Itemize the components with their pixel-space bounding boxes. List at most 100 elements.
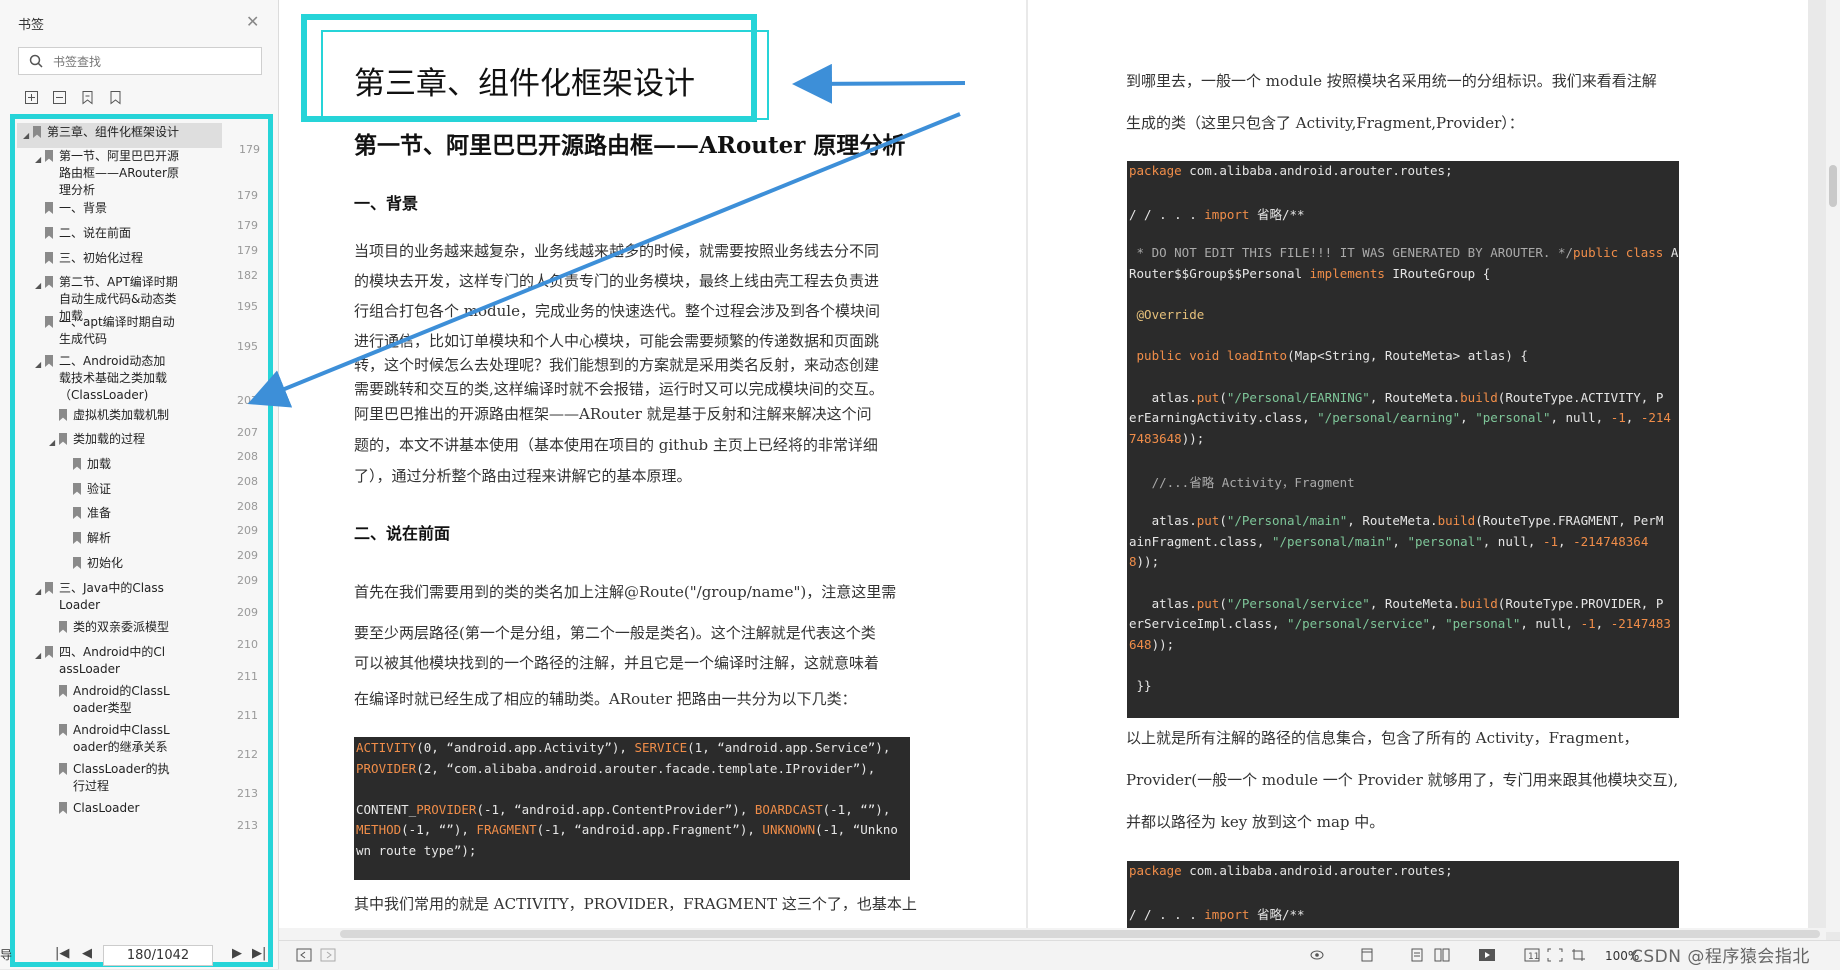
toc-item[interactable]: 初始化 209 bbox=[15, 554, 265, 587]
bookmark-icon bbox=[59, 724, 67, 736]
paragraph-common-types: 其中我们常用的就是 ACTIVITY，PROVIDER，FRAGMENT 这三个… bbox=[354, 895, 917, 913]
toc-item-label: 一、apt编译时期自动生成代码 bbox=[59, 315, 175, 346]
double-page-icon[interactable] bbox=[1434, 948, 1450, 962]
expand-panel-icon[interactable] bbox=[320, 948, 336, 962]
crop-icon[interactable] bbox=[1571, 948, 1587, 962]
toc-item[interactable]: 一、apt编译时期自动生成代码 195 bbox=[15, 313, 265, 353]
text-line: 并都以路径为 key 放到这个 map 中。 bbox=[1126, 813, 1385, 831]
toc-item[interactable]: ◢ 第二节、APT编译时期自动生成代码&动态类加载 195 bbox=[15, 273, 265, 323]
code-line: public void loadInto(Map<String, RouteMe… bbox=[1129, 348, 1528, 364]
toc-item-label: 解析 bbox=[87, 531, 112, 545]
expand-triangle-icon[interactable]: ◢ bbox=[35, 647, 41, 664]
bookmark-icon bbox=[59, 621, 67, 633]
fit-width-icon[interactable]: 11 bbox=[1524, 948, 1540, 962]
bookmark-search-box[interactable] bbox=[18, 47, 262, 75]
toc-item[interactable]: 加载 208 bbox=[15, 455, 265, 488]
bookmark-icon bbox=[45, 276, 53, 288]
section-title: 第一节、阿里巴巴开源路由框——ARouter 原理分析 bbox=[354, 132, 906, 159]
bookmark-search-input[interactable] bbox=[51, 51, 255, 73]
status-bar: 11 100% bbox=[279, 940, 1840, 970]
bookmark-icon[interactable] bbox=[108, 90, 123, 105]
toc-item[interactable]: 三、初始化过程 182 bbox=[15, 249, 265, 282]
text-line: 行组合打包各个 module，完成业务的快速迭代。整个过程会涉及到各个模块间 bbox=[354, 302, 880, 320]
toc-item-page: 213 bbox=[237, 819, 258, 832]
search-icon bbox=[29, 54, 43, 68]
code-block-routes-package: package com.alibaba.android.arouter.rout… bbox=[1127, 861, 1679, 932]
heading-background: 一、背景 bbox=[354, 194, 419, 213]
code-line: 648)); bbox=[1129, 636, 1175, 652]
prev-page-button[interactable]: ◀ bbox=[82, 946, 92, 961]
toc-item[interactable]: ClasLoader 213 bbox=[15, 799, 265, 832]
vertical-scrollbar[interactable] bbox=[1826, 0, 1840, 932]
expand-triangle-icon[interactable]: ◢ bbox=[49, 434, 55, 451]
code-line: package com.alibaba.android.arouter.rout… bbox=[1129, 163, 1453, 178]
add-bookmark-icon[interactable] bbox=[80, 90, 95, 105]
document-page-right: 到哪里去，一般一个 module 按照模块名采用统一的分组标识。我们来看看注解生… bbox=[1028, 0, 1808, 932]
first-page-button[interactable]: |◀ bbox=[55, 946, 69, 961]
bookmark-icon bbox=[73, 557, 81, 569]
toc-item[interactable]: 二、说在前面 179 bbox=[15, 224, 265, 257]
chapter-title: 第三章、组件化框架设计 bbox=[354, 66, 695, 102]
bookmark-icon bbox=[73, 532, 81, 544]
last-page-button[interactable]: ▶| bbox=[252, 946, 266, 961]
code-line: / / . . . import 省略/** bbox=[1129, 207, 1305, 223]
toc-item-label: 加载 bbox=[87, 457, 112, 471]
expand-triangle-icon[interactable]: ◢ bbox=[35, 151, 41, 168]
eye-mode-icon[interactable] bbox=[1309, 948, 1325, 962]
horizontal-scroll-thumb[interactable] bbox=[340, 930, 1820, 938]
toc-item[interactable]: 解析 209 bbox=[15, 529, 265, 562]
toc-item-label: ClassLoader的执行过程 bbox=[73, 762, 170, 793]
toc-item[interactable]: ClassLoader的执行过程 213 bbox=[15, 760, 265, 800]
code-line: 7483648)); bbox=[1129, 430, 1205, 446]
expand-all-icon[interactable] bbox=[24, 90, 39, 105]
toc-item[interactable]: ◢ 三、Java中的ClassLoader 209 bbox=[15, 579, 265, 619]
toc-item-label: 四、Android中的ClassLoader bbox=[59, 645, 166, 676]
page-view-icon[interactable] bbox=[1409, 948, 1425, 962]
watermark-text: CSDN @程序猿会指北 bbox=[1631, 947, 1810, 967]
bookmark-icon bbox=[45, 202, 53, 214]
bookmark-icon bbox=[45, 227, 53, 239]
code-line: }} bbox=[1129, 678, 1152, 693]
next-page-button[interactable]: ▶ bbox=[232, 946, 242, 961]
page-indicator[interactable]: 180/1042 bbox=[103, 945, 213, 966]
code-line: atlas.put("/Personal/service", RouteMeta… bbox=[1129, 595, 1664, 611]
code-line: METHOD(-1, “”), FRAGMENT(-1, “android.ap… bbox=[356, 822, 898, 837]
sidebar-footer: 导 |◀ ◀ 180/1042 ▶ ▶| bbox=[0, 940, 278, 969]
toc-item[interactable]: Android的ClassLoader类型 211 bbox=[15, 682, 265, 722]
toc-item[interactable]: 验证 208 bbox=[15, 480, 265, 513]
toc-item[interactable]: 类的双亲委派模型 210 bbox=[15, 618, 265, 651]
expand-triangle-icon[interactable]: ◢ bbox=[23, 127, 29, 144]
toc-item[interactable]: ◢ 第一节、阿里巴巴开源路由框——ARouter原理分析 179 bbox=[15, 147, 265, 202]
text-line: 生成的类（这里只包含了 Activity,Fragment,Provider）： bbox=[1126, 114, 1524, 132]
toc-item[interactable]: 虚拟机类加载机制 207 bbox=[15, 406, 265, 439]
collapse-sidebar-icon[interactable] bbox=[296, 948, 312, 962]
code-line: atlas.put("/Personal/EARNING", RouteMeta… bbox=[1129, 389, 1664, 405]
toc-item[interactable]: ◢ 第三章、组件化框架设计 179 bbox=[17, 123, 260, 156]
toc-item[interactable]: 一、背景 179 bbox=[15, 199, 265, 232]
text-line: 首先在我们需要用到的类的类名加上注解@Route("/group/name")，… bbox=[354, 583, 897, 601]
expand-triangle-icon[interactable]: ◢ bbox=[35, 583, 41, 600]
toc-item[interactable]: ◢ 二、Android动态加载技术基础之类加载（ClassLoader) 207 bbox=[15, 352, 265, 407]
text-line: Provider(一般一个 module 一个 Provider 就够用了，专门… bbox=[1126, 771, 1679, 789]
toc-item[interactable]: ◢ 四、Android中的ClassLoader 211 bbox=[15, 643, 265, 683]
toc-item[interactable]: Android中ClassLoader的继承关系 212 bbox=[15, 721, 265, 761]
collapse-all-icon[interactable] bbox=[52, 90, 67, 105]
bookmark-icon bbox=[45, 355, 53, 367]
expand-triangle-icon[interactable]: ◢ bbox=[35, 356, 41, 373]
fit-page-icon[interactable] bbox=[1547, 948, 1563, 962]
code-line: erEarningActivity.class, "/personal/earn… bbox=[1129, 410, 1671, 426]
text-line: 到哪里去，一般一个 module 按照模块名采用统一的分组标识。我们来看看注解 bbox=[1126, 72, 1657, 90]
sidebar-title: 书签 bbox=[18, 18, 45, 33]
expand-triangle-icon[interactable]: ◢ bbox=[35, 277, 41, 294]
text-line: 在编译时就已经生成了相应的辅助类。ARouter 把路由一共分为以下几类： bbox=[354, 690, 857, 708]
document-viewer[interactable]: 第三章、组件化框架设计 第一节、阿里巴巴开源路由框——ARouter 原理分析 … bbox=[279, 0, 1840, 932]
play-icon[interactable] bbox=[1479, 948, 1495, 962]
toc-item[interactable]: 准备 209 bbox=[15, 504, 265, 537]
toc-item-label: 第三章、组件化框架设计 bbox=[47, 125, 180, 139]
code-line: Router$$Group$$Personal implements IRout… bbox=[1129, 266, 1491, 281]
close-icon[interactable]: ✕ bbox=[246, 12, 259, 31]
toc-item[interactable]: ◢ 类加载的过程 208 bbox=[15, 430, 265, 463]
single-page-icon[interactable] bbox=[1359, 948, 1375, 962]
text-line: 当项目的业务越来越复杂，业务线越来越多的时候，就需要按照业务线去分不同 bbox=[354, 242, 880, 260]
vertical-scroll-thumb[interactable] bbox=[1829, 165, 1837, 207]
